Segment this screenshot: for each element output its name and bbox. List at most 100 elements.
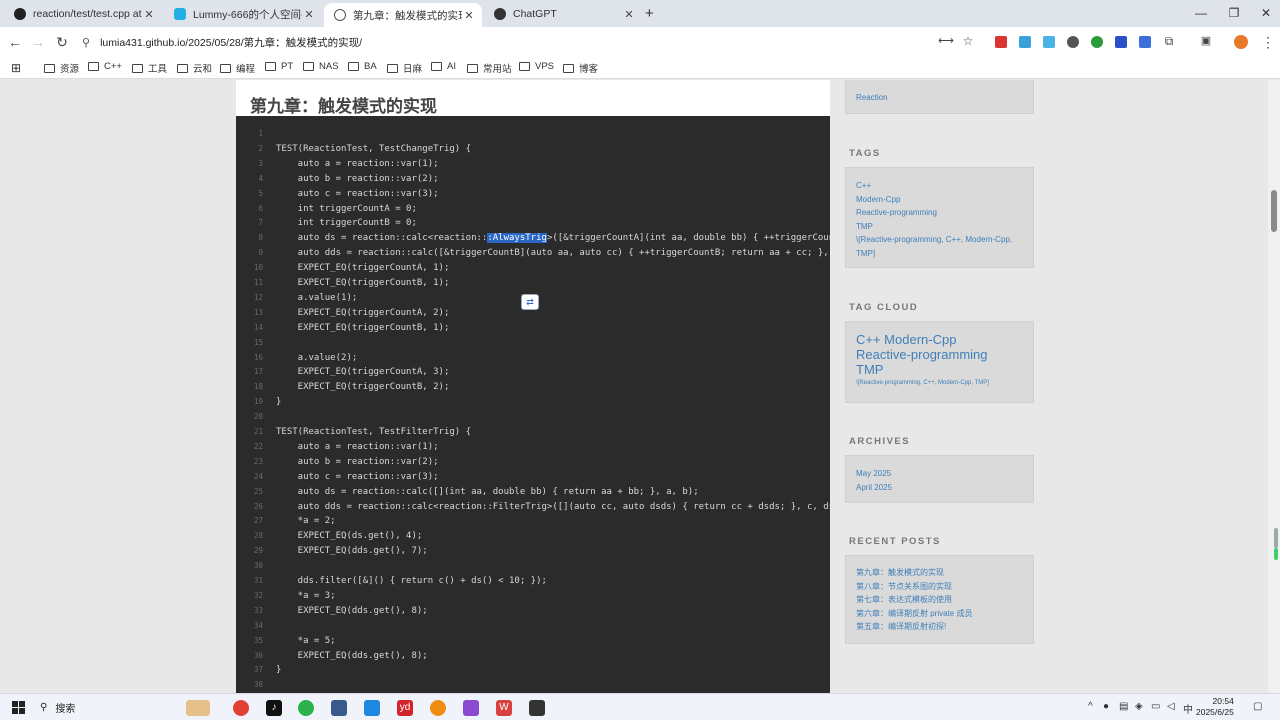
youdao-icon[interactable]: yd <box>397 700 413 716</box>
tag-link[interactable]: TMP <box>856 220 1023 234</box>
extension-icon[interactable] <box>1019 36 1031 48</box>
folder-icon <box>177 63 188 73</box>
new-tab-button[interactable]: + <box>645 5 654 22</box>
folder-icon <box>519 62 530 71</box>
profile-avatar[interactable] <box>1234 35 1248 49</box>
line-number: 9 <box>258 248 263 258</box>
extension-icon[interactable] <box>1043 36 1055 48</box>
bookmark-folder[interactable]: NAS <box>303 61 339 72</box>
extension-icon[interactable] <box>1139 36 1151 48</box>
tiktok-icon[interactable]: ♪ <box>266 700 282 716</box>
recent-post-link[interactable]: 第七章：表达式模板的使用 <box>856 593 1023 607</box>
translate-popup-icon[interactable]: ⇄ <box>521 294 539 310</box>
tag-cloud-link[interactable]: \[Reactive-programming, C++, Modern-Cpp,… <box>856 377 1023 389</box>
app-icon[interactable] <box>331 700 347 716</box>
tag-link[interactable]: \[Reactive-programming, C++, Modern-Cpp,… <box>856 233 1023 260</box>
close-icon[interactable]: ✕ <box>462 9 476 22</box>
bookmark-folder[interactable]: VPS <box>519 61 554 72</box>
bookmark-folder[interactable]: C++ <box>88 61 122 72</box>
start-icon[interactable] <box>12 701 25 714</box>
tab-bilibili[interactable]: Lummy-666的个人空间-Lumm ✕ <box>164 3 322 25</box>
close-icon[interactable]: ✕ <box>622 8 636 21</box>
extensions-puzzle-icon[interactable]: ⧉ <box>1160 34 1178 49</box>
back-icon[interactable]: ← <box>6 34 24 50</box>
recent-post-link[interactable]: 第九章：触发模式的实现 <box>856 566 1023 580</box>
extension-icon[interactable] <box>1091 36 1103 48</box>
page-scrollbar[interactable] <box>1268 80 1280 693</box>
bookmark-folder[interactable]: 常用站 <box>467 61 512 75</box>
tag-link[interactable]: C++ <box>856 179 1023 193</box>
extension-icon[interactable] <box>1115 36 1127 48</box>
close-icon[interactable]: ✕ <box>302 8 316 21</box>
recorder-icon[interactable] <box>529 700 545 716</box>
forward-icon[interactable]: → <box>29 34 47 50</box>
vscode-icon[interactable] <box>364 700 380 716</box>
reload-icon[interactable]: ↻ <box>53 34 71 51</box>
tab-github[interactable]: reaction/test/test.cpp at ma ✕ <box>4 3 162 25</box>
code-text: TEST(ReactionTest, TestFilterTrig) { <box>276 427 472 437</box>
bookmark-folder[interactable]: 编程 <box>220 61 255 75</box>
minimize-icon[interactable]: — <box>1191 6 1211 20</box>
tab-chatgpt[interactable]: ChatGPT ✕ <box>484 3 642 25</box>
wps-icon[interactable]: W <box>496 700 512 716</box>
code-line: 9 auto dds = reaction::calc([&triggerCou… <box>236 245 830 260</box>
restore-icon[interactable]: ❐ <box>1224 6 1244 20</box>
search-tool-icon[interactable] <box>430 700 446 716</box>
line-number: 23 <box>253 456 263 466</box>
translate-icon[interactable]: ⟷ <box>937 34 955 47</box>
tag-cloud-link[interactable]: TMP <box>856 362 1023 377</box>
recent-post-link[interactable]: 第八章：节点关系图的实现 <box>856 580 1023 594</box>
widget-icon[interactable] <box>186 700 210 716</box>
visual-studio-icon[interactable] <box>463 700 479 716</box>
code-text: EXPECT_EQ(ds.get(), 4); <box>276 531 423 542</box>
monitor-icon[interactable]: ▭ <box>1151 701 1160 712</box>
extension-icon[interactable] <box>995 36 1007 48</box>
taskbar-search[interactable]: ⚲ 搜索 <box>40 700 75 715</box>
site-info-icon[interactable]: ⚲ <box>82 36 90 49</box>
tag-cloud-link[interactable]: Reactive-programming <box>856 347 1023 362</box>
notification-icon[interactable]: ▢ <box>1253 701 1262 712</box>
archives-widget: May 2025 April 2025 <box>845 455 1034 503</box>
tab-current-article[interactable]: 第九章：触发模式的实现 | Lum ✕ <box>324 3 482 27</box>
tag-cloud-link[interactable]: C++ Modern-Cpp <box>856 332 1023 347</box>
bookmark-folder[interactable]: 博客 <box>563 61 598 75</box>
apps-grid-icon[interactable]: ⊞ <box>11 61 21 75</box>
code-text: auto c = reaction::var(3); <box>276 188 439 199</box>
scroll-marker <box>1274 548 1278 560</box>
bookmark-folder[interactable]: PT <box>265 61 293 72</box>
shield-icon[interactable]: ◈ <box>1135 701 1143 712</box>
system-clock[interactable]: 20:54 2025/6/25 <box>1196 696 1234 718</box>
close-icon[interactable]: ✕ <box>142 8 156 21</box>
volume-icon[interactable]: ◁ <box>1167 701 1175 712</box>
url-text: lumia431.github.io/2025/05/28/第九章：触发模式的实… <box>100 36 363 49</box>
bookmark-folder[interactable]: BA <box>348 61 377 72</box>
menu-icon[interactable]: ⋮ <box>1259 34 1277 51</box>
bookmark-folder[interactable]: 云和 <box>177 61 212 75</box>
bookmark-folder[interactable]: 日麻 <box>387 61 422 75</box>
bookmark-star-icon[interactable]: ☆ <box>959 34 977 48</box>
url-field[interactable]: ⚲ lumia431.github.io/2025/05/28/第九章：触发模式… <box>82 31 982 53</box>
tag-link[interactable]: Modern-Cpp <box>856 193 1023 207</box>
microphone-icon[interactable]: ● <box>1103 701 1109 712</box>
bookmark-folder[interactable]: AI <box>431 61 456 72</box>
tag-link[interactable]: Reactive-programming <box>856 206 1023 220</box>
chrome-icon[interactable] <box>233 700 249 716</box>
chevron-up-icon[interactable]: ^ <box>1088 701 1093 712</box>
network-icon[interactable]: ▤ <box>1119 701 1128 712</box>
archive-link[interactable]: May 2025 <box>856 467 1023 481</box>
extension-icon[interactable] <box>1067 36 1079 48</box>
category-link-reaction[interactable]: Reaction <box>856 91 1023 105</box>
wechat-icon[interactable] <box>298 700 314 716</box>
archive-link[interactable]: April 2025 <box>856 481 1023 495</box>
bookmark-folder[interactable]: 资源 <box>44 61 79 75</box>
recent-post-link[interactable]: 第六章：编译期反射 private 成员 <box>856 607 1023 621</box>
recent-post-link[interactable]: 第五章：编译期反射初探! <box>856 620 1023 634</box>
ime-indicator[interactable]: 中 <box>1183 701 1193 716</box>
close-window-icon[interactable]: ✕ <box>1256 6 1276 20</box>
scrollbar-thumb[interactable] <box>1271 190 1277 232</box>
bookmark-folder[interactable]: 工具 <box>132 61 167 75</box>
tab-label: 第九章：触发模式的实现 | Lum <box>353 9 462 22</box>
sidepanel-icon[interactable]: ▣ <box>1197 34 1215 47</box>
scroll-marker <box>1274 528 1278 548</box>
code-text: TEST(ReactionTest, TestChangeTrig) { <box>276 143 472 154</box>
